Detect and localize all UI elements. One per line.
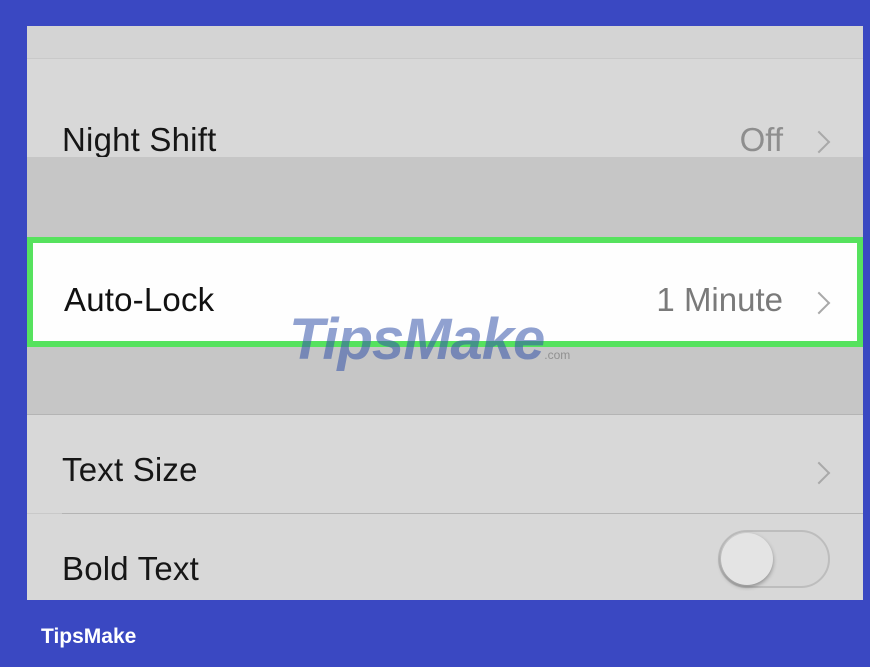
- chevron-right-icon: [807, 461, 831, 485]
- settings-screen: Night Shift Off Auto-Lock 1 Minute Text …: [27, 26, 863, 600]
- toggle-knob: [721, 533, 773, 585]
- settings-row-partial: [27, 26, 863, 58]
- row-label: Bold Text: [62, 550, 199, 587]
- settings-row-bold-text: Bold Text: [27, 514, 863, 600]
- footer-brand: TipsMake: [41, 625, 137, 648]
- bold-text-toggle[interactable]: [718, 530, 830, 588]
- chevron-right-icon: [807, 291, 831, 315]
- chevron-right-icon: [807, 130, 831, 154]
- row-value: Off: [739, 121, 783, 158]
- section-gap: [27, 157, 863, 237]
- row-value: 1 Minute: [656, 281, 783, 318]
- settings-row-auto-lock[interactable]: Auto-Lock 1 Minute: [27, 237, 863, 347]
- row-label: Text Size: [62, 451, 198, 488]
- row-label: Auto-Lock: [64, 281, 215, 318]
- section-gap: [27, 347, 863, 415]
- settings-row-text-size[interactable]: Text Size: [27, 415, 863, 513]
- settings-row-night-shift[interactable]: Night Shift Off: [27, 59, 863, 158]
- row-label: Night Shift: [62, 121, 217, 158]
